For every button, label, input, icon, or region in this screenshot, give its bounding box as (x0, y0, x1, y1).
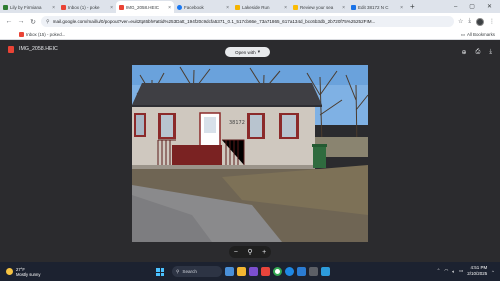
volume-icon[interactable]: 🔈︎ (452, 269, 455, 274)
file-name: IMG_2058.HEIC (19, 46, 58, 52)
tab-label: Lakeside Run (242, 5, 270, 10)
open-with-button[interactable]: Open with ▾ (225, 47, 270, 57)
all-bookmarks-button[interactable]: ▭ All Bookmarks (461, 32, 495, 38)
tab-label: Inbox (1) - poke (68, 5, 100, 10)
app-icon[interactable] (249, 267, 258, 276)
browser-toolbar: ← → ↻ ⚲ mail.google.com/mail/u/0/popout?… (0, 13, 500, 30)
download-icon[interactable]: ⤓ (489, 49, 492, 56)
clock[interactable]: 4:51 PM 2/10/2025 (467, 265, 487, 277)
bookmark-label: Inbox (15) - poked... (26, 32, 66, 37)
window-controls: – ▢ ✕ (454, 0, 500, 13)
gmail-icon (19, 32, 24, 37)
tab-favicon-icon (351, 5, 356, 10)
open-with-label: Open with (235, 49, 256, 55)
tab-favicon-icon (293, 5, 298, 10)
app-icon[interactable] (297, 267, 306, 276)
close-icon[interactable]: × (168, 5, 171, 11)
close-icon[interactable]: × (400, 5, 403, 11)
chevron-down-icon: ▾ (257, 49, 260, 54)
image-file-icon (8, 45, 14, 53)
sun-icon (6, 268, 13, 275)
house-number-text: 38172 (229, 120, 245, 126)
forward-icon[interactable]: → (17, 18, 25, 25)
tab-label: Lily by Firmiana (10, 5, 42, 10)
bookmarks-bar: Inbox (15) - poked... ▭ All Bookmarks (0, 30, 500, 40)
maximize-icon[interactable]: ▢ (469, 3, 475, 10)
address-bar[interactable]: ⚲ mail.google.com/mail/u/0/popout?ver=eu… (41, 16, 454, 27)
new-tab-button[interactable]: + (406, 0, 419, 13)
bookmark-star-icon[interactable]: ☆ (458, 18, 463, 25)
weather-condition: Mostly sunny (16, 271, 41, 277)
image-viewer: IMG_2058.HEIC Open with ▾ ⊕ ⎙ ⤓ 38172 − … (0, 40, 500, 262)
taskbar-apps (225, 267, 330, 276)
close-icon[interactable]: × (226, 5, 229, 11)
tab-favicon-icon (3, 5, 8, 10)
close-icon[interactable]: × (52, 5, 55, 11)
zoom-controls: − ⚲ + (229, 246, 271, 258)
back-icon[interactable]: ← (5, 18, 13, 25)
system-tray: ⌃ ◠ 🔈︎ ▭ 4:51 PM 2/10/2025 ◔ (437, 265, 494, 277)
search-placeholder: Search (182, 269, 197, 274)
close-window-icon[interactable]: ✕ (487, 3, 492, 10)
zoom-out-button[interactable]: − (234, 249, 238, 256)
start-button[interactable] (156, 268, 164, 276)
facebook-icon (177, 5, 182, 10)
close-icon[interactable]: × (110, 5, 113, 11)
wifi-icon[interactable]: ◠ (444, 268, 448, 274)
zoom-in-button[interactable]: + (262, 249, 266, 256)
app-icon[interactable] (321, 267, 330, 276)
widgets-icon[interactable] (225, 267, 234, 276)
house-photo: 38172 (132, 65, 368, 242)
url-text: mail.google.com/mail/u/0/popout?ver=euit… (52, 19, 376, 24)
all-bookmarks-label: All Bookmarks (466, 32, 495, 37)
file-explorer-icon[interactable] (237, 267, 246, 276)
close-icon[interactable]: × (342, 5, 345, 11)
menu-icon[interactable]: ⋮ (489, 18, 495, 25)
reload-icon[interactable]: ↻ (29, 18, 37, 26)
print-icon[interactable]: ⎙ (476, 49, 481, 56)
app-icon[interactable] (261, 267, 270, 276)
tab-favicon-icon (235, 5, 240, 10)
tab-label: Edit 38172 N C (358, 5, 389, 10)
gmail-icon (61, 5, 66, 10)
tab-label: Review your sea (300, 5, 334, 10)
close-icon[interactable]: × (284, 5, 287, 11)
tab-strip: Lily by Firmiana × Inbox (1) - poke × IM… (0, 0, 500, 14)
battery-icon[interactable]: ▭ (459, 268, 463, 274)
app-icon[interactable] (309, 267, 318, 276)
minimize-icon[interactable]: – (454, 4, 457, 10)
date: 2/10/2025 (467, 271, 488, 276)
tab-label: Facebook (184, 5, 204, 10)
weather-widget[interactable]: 27°F Mostly sunny (6, 267, 40, 277)
edge-icon[interactable] (285, 267, 294, 276)
profile-avatar[interactable] (476, 17, 484, 26)
site-info-icon[interactable]: ⚲ (46, 19, 50, 25)
search-icon: ⚲ (176, 268, 180, 274)
gmail-icon (119, 5, 124, 10)
taskbar-search[interactable]: ⚲ Search (172, 266, 222, 277)
magnifier-icon[interactable]: ⚲ (247, 248, 252, 256)
bookmark-inbox[interactable]: Inbox (15) - poked... (19, 32, 65, 37)
chrome-icon[interactable] (273, 267, 282, 276)
add-to-drive-icon[interactable]: ⊕ (462, 49, 467, 56)
folder-icon: ▭ (460, 31, 465, 37)
tab-label: IMG_2058.HEIC (126, 5, 160, 10)
windows-taskbar: 27°F Mostly sunny ⚲ Search ⌃ ◠ 🔈︎ ▭ 4:51… (0, 262, 500, 281)
notifications-icon[interactable]: ◔ (491, 269, 494, 274)
download-icon[interactable]: ⤓ (468, 18, 471, 25)
chevron-up-icon[interactable]: ⌃ (437, 268, 441, 274)
